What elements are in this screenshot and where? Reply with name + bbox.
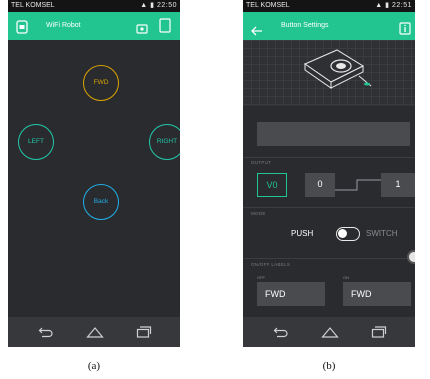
- system-nav-bar: [243, 317, 415, 347]
- system-nav-bar: [8, 317, 180, 347]
- app-bar: WiFi Robot: [8, 12, 180, 40]
- clock-time: 22:50: [156, 2, 177, 9]
- off-label-input[interactable]: FWD: [257, 282, 325, 306]
- output-section-label: OUTPUT: [251, 160, 272, 165]
- battery-icon: ▮: [385, 2, 390, 9]
- widget-canvas: FWD LEFT RIGHT Back: [8, 40, 180, 317]
- recents-nav-icon[interactable]: [371, 325, 387, 344]
- back-nav-icon[interactable]: [273, 325, 289, 344]
- widget-preview: [243, 40, 415, 106]
- recents-nav-icon[interactable]: [136, 325, 152, 344]
- home-nav-icon[interactable]: [321, 325, 339, 344]
- drawer-handle[interactable]: [407, 250, 415, 264]
- button-widget-illustration: [303, 49, 372, 89]
- home-nav-icon[interactable]: [86, 325, 104, 344]
- back-button[interactable]: Back: [83, 184, 119, 220]
- mode-section-label: MODE: [251, 211, 266, 216]
- widget-name-input[interactable]: [257, 122, 410, 146]
- left-button[interactable]: LEFT: [18, 124, 54, 160]
- pulse-graphic: [335, 179, 381, 191]
- caption-b: (b): [322, 360, 336, 372]
- mode-toggle-switch[interactable]: [336, 227, 360, 241]
- fwd-button[interactable]: FWD: [83, 65, 119, 101]
- signal-icon: ▲: [140, 2, 148, 9]
- signal-icon: ▲: [375, 2, 383, 9]
- app-title: WiFi Robot: [46, 22, 81, 29]
- off-label-caption: OFF: [257, 275, 265, 280]
- right-button[interactable]: RIGHT: [149, 124, 180, 160]
- on-label-input[interactable]: FWD: [343, 282, 411, 306]
- caption-a: (a): [87, 360, 101, 372]
- output-low-value-input[interactable]: 0: [305, 173, 335, 197]
- status-bar: TEL KOMSEL ▲ ▮ 22:51: [243, 0, 415, 12]
- on-label-caption: ON: [343, 275, 349, 280]
- push-mode-label[interactable]: PUSH: [291, 229, 313, 238]
- output-high-value-input[interactable]: 1: [381, 173, 415, 197]
- switch-mode-label[interactable]: SWITCH: [366, 229, 398, 238]
- onoff-labels-section-label: ON/OFF LABELS: [251, 262, 291, 267]
- output-pin-selector[interactable]: V0: [257, 173, 287, 197]
- phone-screen-wifi-robot: TEL KOMSEL ▲ ▮ 22:50 WiFi Robot FWD LEFT…: [8, 0, 180, 347]
- back-nav-icon[interactable]: [38, 325, 54, 344]
- carrier-name: TEL KOMSEL: [11, 2, 55, 9]
- clock-time: 22:51: [391, 2, 412, 9]
- settings-title: Button Settings: [281, 22, 329, 29]
- toggle-knob: [338, 229, 347, 238]
- carrier-name: TEL KOMSEL: [246, 2, 290, 9]
- battery-icon: ▮: [150, 2, 155, 9]
- status-bar: TEL KOMSEL ▲ ▮ 22:50: [8, 0, 180, 12]
- app-bar: Button Settings: [243, 12, 415, 40]
- phone-screen-button-settings: TEL KOMSEL ▲ ▮ 22:51 Button Settings OUT…: [243, 0, 415, 347]
